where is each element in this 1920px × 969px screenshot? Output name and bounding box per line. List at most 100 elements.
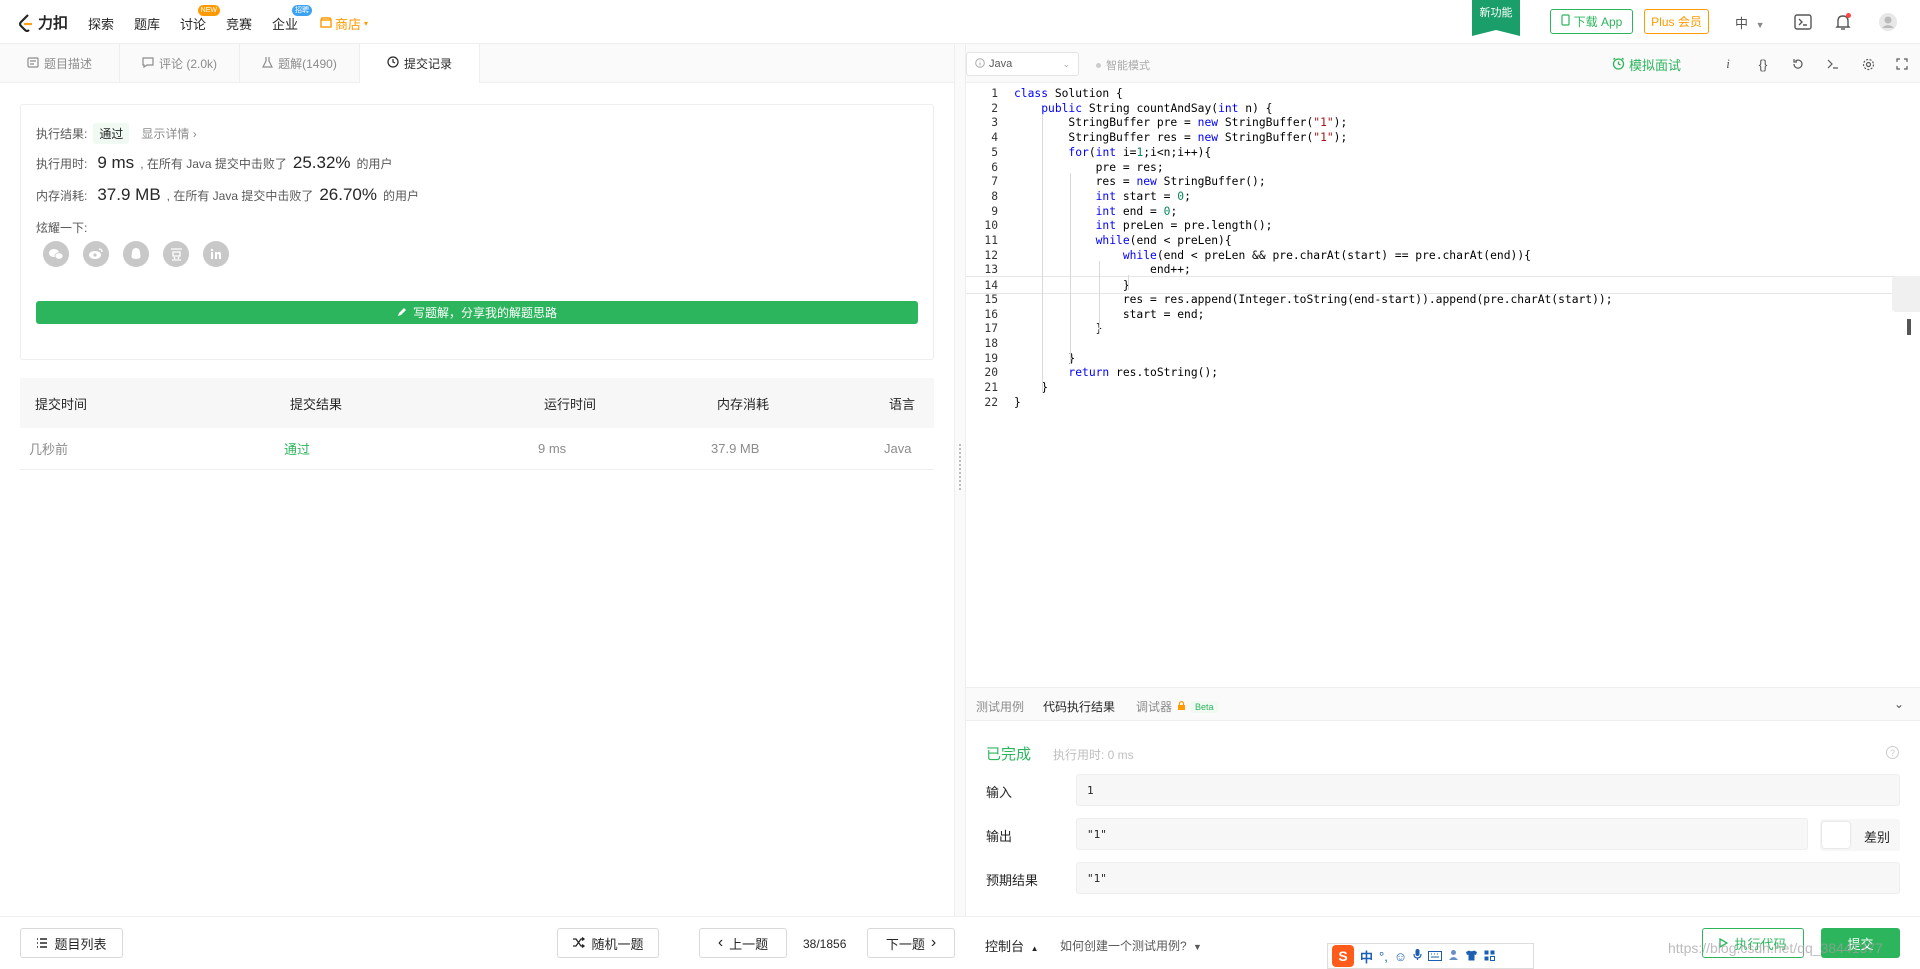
wechat-icon[interactable] — [43, 241, 69, 267]
nav-enterprise[interactable]: 企业 招聘 — [272, 5, 313, 33]
leetcode-logo[interactable]: 力扣 — [18, 12, 68, 33]
tab-description[interactable]: 题目描述 — [0, 44, 120, 83]
fullscreen-icon[interactable] — [1892, 54, 1912, 74]
nav-explore[interactable]: 探索 — [88, 14, 114, 33]
comment-icon — [142, 56, 154, 71]
weibo-icon[interactable] — [83, 241, 109, 267]
mock-interview-button[interactable]: 模拟面试 — [1612, 55, 1681, 74]
problem-tabs: 题目描述 评论 (2.0k) 题解(1490) 提交记录 — [0, 44, 954, 83]
new-feature-ribbon[interactable]: 新功能 — [1472, 0, 1520, 36]
ime-toolbox-icon[interactable] — [1484, 949, 1496, 964]
next-problem-label: 下一题 — [885, 936, 925, 952]
shuffle-icon — [572, 936, 586, 951]
chevron-down-icon: ⌄ — [1062, 58, 1070, 69]
nav-problems[interactable]: 题库 — [134, 14, 160, 33]
show-details-link[interactable]: 显示详情 › — [141, 125, 196, 142]
nav-contest[interactable]: 竞赛 — [226, 14, 252, 33]
memory-suffix: 的用户 — [383, 188, 420, 203]
output-label: 输出 — [986, 829, 1013, 844]
col-submit-time: 提交时间 — [35, 396, 88, 412]
beta-badge: Beta — [1191, 700, 1218, 713]
notification-bell-icon[interactable] — [1832, 11, 1854, 33]
random-problem-button[interactable]: 随机一题 — [557, 928, 659, 958]
site-language-select[interactable]: 中 ▼ — [1735, 13, 1765, 32]
next-problem-button[interactable]: 下一题 › — [867, 928, 955, 958]
nav-enterprise-label: 企业 — [272, 17, 299, 32]
download-app-button[interactable]: 下载 App — [1550, 9, 1633, 34]
tab-debugger[interactable]: 调试器 Beta — [1136, 698, 1218, 715]
help-icon[interactable]: ? — [1886, 746, 1899, 759]
editor-scrollbar[interactable] — [1907, 319, 1911, 335]
input-value: 1 — [1076, 774, 1900, 806]
ime-skin-icon[interactable] — [1465, 949, 1478, 964]
output-value: "1" — [1076, 818, 1808, 850]
code-language-label: Java — [989, 58, 1013, 70]
memory-percent: 26.70% — [319, 185, 378, 204]
nav-discuss-label: 讨论 — [180, 17, 207, 32]
exec-result-row: 执行结果: 通过 显示详情 › — [36, 123, 197, 144]
indent-guide — [1099, 260, 1100, 335]
reset-icon[interactable] — [1788, 54, 1808, 74]
info-icon — [975, 57, 985, 71]
sogou-ime-logo[interactable]: S — [1332, 945, 1354, 967]
runtime-beat-text: , 在所有 Java 提交中击败了 — [140, 156, 287, 171]
memory-label: 内存消耗: — [36, 188, 88, 203]
plus-membership-button[interactable]: Plus 会员 — [1644, 9, 1709, 34]
ime-chinese-mode[interactable]: 中 — [1360, 947, 1373, 966]
chevron-down-icon: ▼ — [1755, 20, 1765, 30]
ime-punctuation[interactable]: °, — [1379, 949, 1388, 964]
exec-result-label: 执行结果: — [36, 127, 88, 141]
row-submit-result[interactable]: 通过 — [284, 439, 310, 458]
tab-solutions-label: 题解(1490) — [278, 57, 337, 71]
pane-splitter[interactable] — [954, 44, 966, 916]
diff-toggle[interactable]: 差别 — [1820, 819, 1900, 851]
linkedin-icon[interactable] — [203, 241, 229, 267]
terminal-icon[interactable] — [1823, 54, 1843, 74]
write-solution-button[interactable]: 写题解，分享我的解题思路 — [36, 301, 918, 324]
chevron-down-icon[interactable]: ⌄ — [1894, 697, 1904, 711]
document-icon — [27, 56, 39, 71]
nav-discuss[interactable]: 讨论 NEW — [180, 5, 221, 33]
row-language: Java — [884, 441, 912, 456]
ime-emoji-icon[interactable]: ☺ — [1394, 949, 1407, 964]
submissions-table: 提交时间 提交结果 运行时间 内存消耗 语言 几秒前 通过 9 ms 37.9 … — [20, 378, 934, 470]
settings-gear-icon[interactable] — [1858, 54, 1878, 74]
problem-list-button[interactable]: 题目列表 — [20, 928, 123, 958]
alarm-clock-icon — [1612, 57, 1625, 73]
ime-voice-icon[interactable] — [1413, 948, 1422, 964]
diff-switch[interactable] — [1822, 822, 1850, 848]
tab-comments[interactable]: 评论 (2.0k) — [120, 44, 240, 83]
braces-icon[interactable]: {} — [1753, 54, 1773, 74]
user-avatar[interactable] — [1877, 11, 1899, 33]
info-i-icon[interactable]: i — [1718, 54, 1738, 74]
tab-submissions[interactable]: 提交记录 — [360, 44, 480, 83]
prev-problem-label: 上一题 — [729, 936, 769, 952]
hiring-badge: 招聘 — [292, 5, 313, 16]
side-panel-tab[interactable] — [1892, 276, 1920, 312]
prev-problem-button[interactable]: ‹ 上一题 — [699, 928, 787, 958]
ime-keyboard-icon[interactable] — [1428, 949, 1443, 964]
code-editor[interactable]: 1 class Solution {2 public String countAn… — [966, 83, 1920, 683]
tab-run-result[interactable]: 代码执行结果 — [1043, 698, 1115, 715]
console-toggle[interactable]: 控制台 ▲ — [985, 936, 1039, 955]
code-language-select[interactable]: Java ⌄ — [966, 52, 1079, 76]
problem-page-count: 38/1856 — [803, 937, 847, 951]
tab-testcase[interactable]: 测试用例 — [976, 698, 1024, 715]
input-label: 输入 — [986, 785, 1013, 800]
howto-label: 如何创建一个测试用例? — [1060, 939, 1187, 953]
howto-testcase-link[interactable]: 如何创建一个测试用例? ▼ — [1060, 937, 1202, 954]
douban-icon[interactable] — [163, 241, 189, 267]
logo-text: 力扣 — [38, 15, 69, 32]
nav-store[interactable]: 商店 ▾ — [320, 14, 368, 33]
tab-submissions-label: 提交记录 — [403, 57, 452, 71]
qq-icon[interactable] — [123, 241, 149, 267]
playground-icon[interactable] — [1792, 11, 1814, 33]
smart-mode-toggle[interactable]: 智能模式 — [1096, 57, 1150, 73]
ime-user-icon[interactable] — [1448, 949, 1459, 964]
runtime-percent: 25.32% — [292, 153, 351, 172]
code-line[interactable]: 22} — [966, 394, 1920, 412]
drag-handle-icon — [959, 444, 961, 490]
table-row[interactable]: 几秒前 通过 9 ms 37.9 MB Java — [20, 428, 934, 470]
tab-solutions[interactable]: 题解(1490) — [240, 44, 360, 83]
tab-description-label: 题目描述 — [43, 57, 92, 71]
